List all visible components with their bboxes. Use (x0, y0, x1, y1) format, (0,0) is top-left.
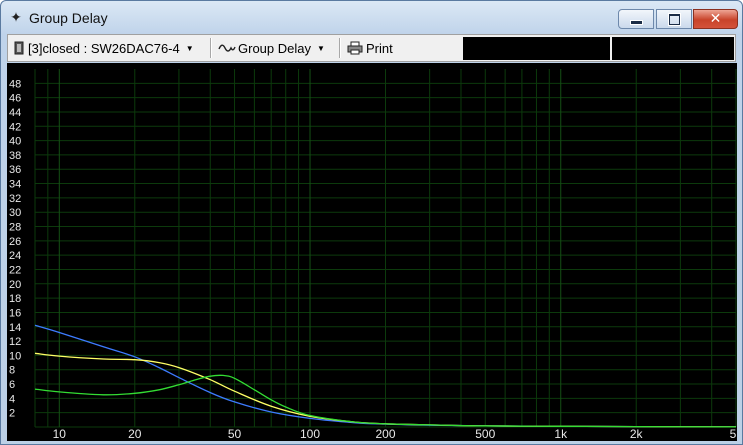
chevron-down-icon: ▼ (185, 43, 194, 53)
crosshair-icon: ✦ (10, 10, 22, 26)
minimize-icon (630, 20, 642, 24)
y-tick-label: 18 (9, 293, 21, 305)
chevron-down-icon: ▼ (316, 43, 325, 53)
y-tick-label: 40 (9, 136, 21, 148)
x-tick-labels: 10 20 50 100 200 500 1k 2k 5k (53, 427, 742, 441)
y-tick-label: 16 (9, 307, 21, 319)
minimize-button[interactable] (618, 9, 654, 29)
y-tick-label: 14 (9, 322, 21, 334)
print-label: Print (366, 40, 393, 56)
toolbar-separator (210, 38, 212, 58)
x-tick-label: 2k (630, 427, 644, 441)
y-tick-label: 44 (9, 107, 21, 119)
group-delay-plot[interactable]: 2 4 6 8 10 12 14 16 18 20 22 24 26 28 30 32 34 36 38 40 42 44… (7, 63, 742, 441)
y-tick-label: 48 (9, 78, 21, 90)
driver-selector-label: [3]closed : SW26DAC76-4 (28, 40, 180, 56)
status-display-right (612, 37, 734, 60)
status-display-left (463, 37, 610, 60)
x-tick-label: 50 (228, 427, 242, 441)
y-tick-label: 10 (9, 350, 21, 362)
toolbar-separator (339, 38, 341, 58)
x-tick-label: 1k (554, 427, 568, 441)
chart-canvas: 2468101214161820222426283032343638404244… (9, 69, 742, 441)
print-button[interactable]: Print (347, 37, 393, 59)
x-tick-label: 200 (375, 427, 395, 441)
x-tick-label: 5k (730, 427, 737, 441)
speaker-icon (14, 41, 24, 55)
group-delay-window: ✦ Group Delay ✕ [3]closed : SW26DAC76-4 … (0, 0, 743, 445)
y-tick-label: 20 (9, 279, 21, 291)
x-tick-label: 10 (53, 427, 67, 441)
y-tick-label: 38 (9, 150, 21, 162)
x-tick-label: 20 (128, 427, 142, 441)
y-tick-label: 28 (9, 222, 21, 234)
title-bar[interactable]: ✦ Group Delay ✕ (1, 1, 742, 35)
graph-mode-label: Group Delay (238, 40, 311, 56)
y-tick-label: 46 (9, 93, 21, 105)
toolbar: [3]closed : SW26DAC76-4 ▼ Group Delay ▼ … (7, 34, 736, 62)
waveform-icon (218, 44, 236, 52)
y-tick-label: 12 (9, 336, 21, 348)
printer-icon (347, 41, 363, 55)
chart-grid (34, 69, 737, 428)
y-tick-label: 4 (9, 393, 15, 405)
window-title: Group Delay (29, 10, 108, 26)
y-tick-label: 36 (9, 164, 21, 176)
x-tick-label: 100 (300, 427, 320, 441)
y-tick-label: 42 (9, 121, 21, 133)
driver-selector-dropdown[interactable]: [3]closed : SW26DAC76-4 ▼ (14, 37, 194, 59)
graph-mode-dropdown[interactable]: Group Delay ▼ (218, 37, 325, 59)
y-tick-label: 24 (9, 250, 21, 262)
y-tick-label: 26 (9, 236, 21, 248)
y-tick-label: 8 (9, 365, 15, 377)
y-tick-label: 30 (9, 207, 21, 219)
y-tick-labels: 2468101214161820222426283032343638404244… (9, 78, 21, 419)
maximize-button[interactable] (656, 9, 692, 29)
y-tick-label: 34 (9, 179, 21, 191)
maximize-icon (668, 13, 680, 25)
y-tick-label: 32 (9, 193, 21, 205)
y-tick-label: 6 (9, 379, 15, 391)
x-tick-label: 500 (475, 427, 495, 441)
y-tick-label: 2 (9, 408, 15, 420)
close-button[interactable]: ✕ (693, 9, 738, 29)
close-icon: ✕ (709, 11, 722, 27)
y-tick-label: 22 (9, 264, 21, 276)
